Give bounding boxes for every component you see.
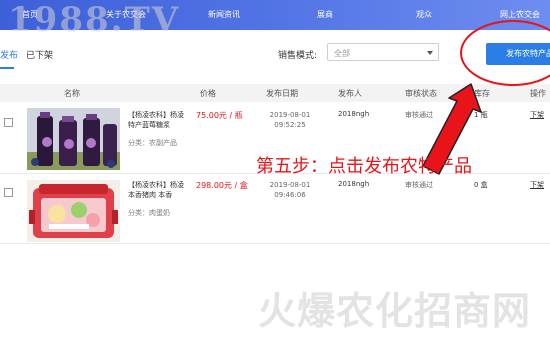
column-header-price: 价格	[200, 89, 216, 98]
product-name[interactable]: 【杨凌农科】杨凌本香猪肉 本香	[128, 180, 186, 200]
row-checkbox[interactable]	[4, 118, 13, 127]
product-image-pork-gift-box[interactable]	[27, 180, 120, 242]
publish-date-day: 2019-08-01	[269, 181, 311, 189]
column-header-publisher: 发布人	[338, 89, 362, 98]
publisher: 2018ngh	[338, 180, 370, 188]
take-offline-link[interactable]: 下架	[530, 180, 544, 190]
sales-mode-label: 销售模式:	[278, 51, 318, 61]
publish-date-day: 2019-08-01	[269, 111, 311, 119]
active-tab-indicator	[0, 67, 14, 69]
tab-published[interactable]: 发布	[0, 48, 18, 61]
column-header-date: 发布日期	[266, 89, 298, 98]
product-name[interactable]: 【杨凌农科】杨凌特产蓝莓糖浆	[128, 110, 186, 130]
publish-date: 2019-08-01 09:46:06	[266, 180, 314, 200]
tab-offline[interactable]: 已下架	[26, 48, 53, 61]
nav-item-visitors[interactable]: 观众	[416, 9, 432, 20]
chevron-down-icon	[427, 51, 433, 55]
product-category: 分类：肉蛋奶	[128, 209, 170, 217]
watermark-top: 1988.TV	[8, 0, 181, 40]
take-offline-link[interactable]: 下架	[530, 110, 544, 120]
row-checkbox[interactable]	[4, 188, 13, 197]
watermark-bottom: 火爆农化招商网	[258, 288, 532, 333]
step-instruction: 第五步：点击发布农特产品	[256, 156, 472, 177]
table-row: 【杨凌农科】杨凌本香猪肉 本香 分类：肉蛋奶 298.00元 / 盒 2019-…	[0, 174, 550, 244]
publish-date: 2019-08-01 09:52:25	[266, 110, 314, 130]
publish-date-time: 09:52:25	[274, 121, 306, 129]
nav-item-exhibitors[interactable]: 展商	[317, 9, 333, 20]
page: 首页 关于农交会 新闻资讯 展商 观众 网上农交会 发布 已下架 销售模式: 全…	[0, 0, 550, 340]
publish-date-time: 09:46:06	[274, 191, 306, 199]
publisher: 2018ngh	[338, 110, 370, 118]
nav-item-news[interactable]: 新闻资讯	[208, 9, 240, 20]
product-category: 分类：农副产品	[128, 139, 177, 147]
column-header-action: 操作	[530, 89, 546, 98]
product-price: 298.00元 / 盒	[196, 181, 248, 190]
sales-mode-value: 全部	[334, 49, 350, 58]
sales-mode-select[interactable]: 全部	[327, 43, 439, 61]
nav-item-online-fair[interactable]: 网上农交会	[500, 9, 540, 20]
product-image-blueberry-syrup[interactable]	[27, 108, 120, 170]
product-price: 75.00元 / 瓶	[196, 111, 243, 120]
column-header-name: 名称	[64, 89, 80, 98]
